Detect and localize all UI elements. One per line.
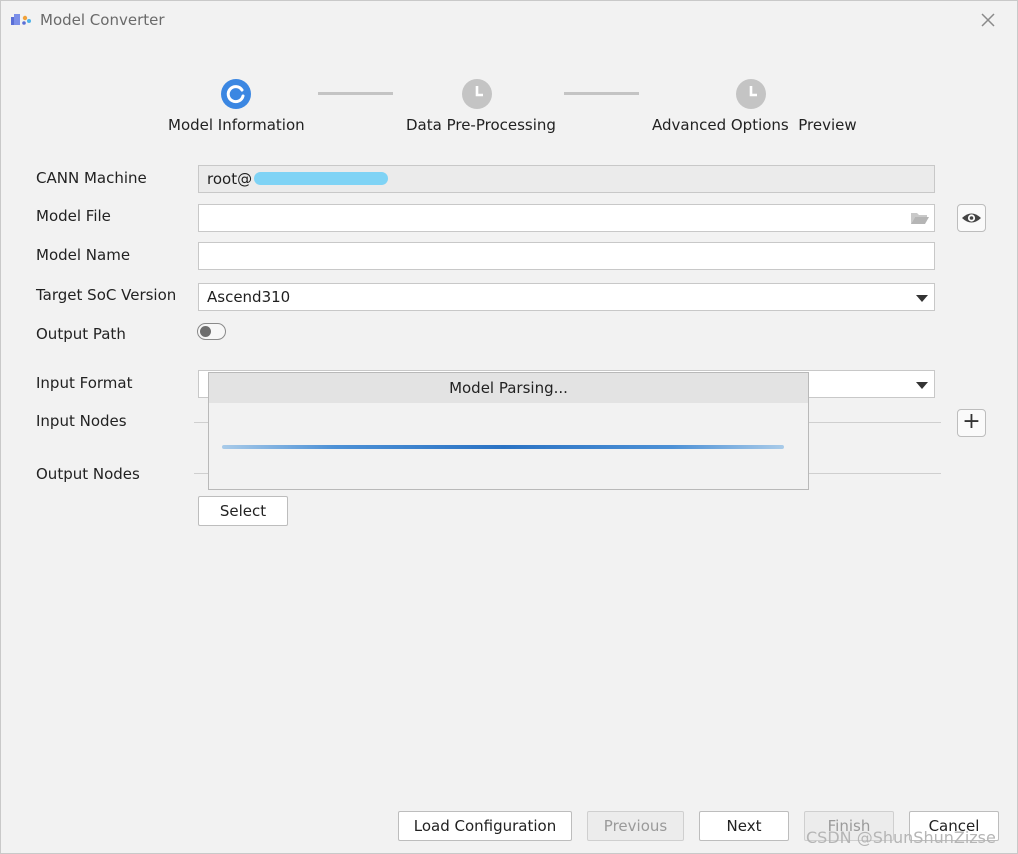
title-bar: Model Converter xyxy=(1,1,1017,39)
plus-icon: + xyxy=(962,409,981,434)
model-parsing-dialog: Model Parsing... xyxy=(208,372,809,490)
model-name-label: Model Name xyxy=(36,246,131,264)
load-configuration-button[interactable]: Load Configuration xyxy=(398,811,572,841)
model-file-input[interactable] xyxy=(198,204,935,232)
step-pending-clock-icon xyxy=(736,79,766,109)
output-nodes-label: Output Nodes xyxy=(36,465,140,483)
select-output-nodes-button[interactable]: Select xyxy=(198,496,288,526)
model-converter-window: Model Converter Model Information Data P… xyxy=(0,0,1018,854)
step-label-data-pre-processing: Data Pre-Processing xyxy=(406,116,556,134)
target-soc-value: Ascend310 xyxy=(207,288,291,306)
next-button[interactable]: Next xyxy=(699,811,789,841)
app-logo-icon xyxy=(11,14,31,25)
output-path-toggle[interactable] xyxy=(197,323,226,340)
chevron-down-icon[interactable] xyxy=(916,295,928,302)
window-title: Model Converter xyxy=(40,11,165,29)
watermark-text: CSDN @ShunShunZizse xyxy=(806,828,996,847)
input-nodes-label: Input Nodes xyxy=(36,412,127,430)
previous-button[interactable]: Previous xyxy=(587,811,684,841)
model-name-input[interactable] xyxy=(198,242,935,270)
output-path-label: Output Path xyxy=(36,325,126,343)
toggle-knob xyxy=(200,326,211,337)
cann-machine-label: CANN Machine xyxy=(36,169,147,187)
folder-open-icon[interactable] xyxy=(910,211,930,225)
eye-icon xyxy=(962,213,981,223)
model-file-label: Model File xyxy=(36,207,111,225)
chevron-down-icon[interactable] xyxy=(916,382,928,389)
parsing-progress-bar xyxy=(222,445,784,449)
input-format-label: Input Format xyxy=(36,374,133,392)
step-connector xyxy=(564,92,639,95)
add-input-node-button[interactable]: + xyxy=(957,409,986,437)
cann-machine-value: root@ xyxy=(207,170,253,188)
model-parsing-title: Model Parsing... xyxy=(209,373,808,403)
target-soc-select[interactable]: Ascend310 xyxy=(198,283,935,311)
target-soc-label: Target SoC Version xyxy=(36,286,177,304)
step-label-model-information: Model Information xyxy=(168,116,305,134)
redacted-host-mask xyxy=(254,172,388,185)
close-icon[interactable] xyxy=(979,11,997,29)
step-label-advanced-options-preview: Advanced Options Preview xyxy=(652,116,857,134)
step-connector xyxy=(318,92,393,95)
preview-model-button[interactable] xyxy=(957,204,986,232)
step-active-icon xyxy=(221,79,251,109)
step-pending-clock-icon xyxy=(462,79,492,109)
